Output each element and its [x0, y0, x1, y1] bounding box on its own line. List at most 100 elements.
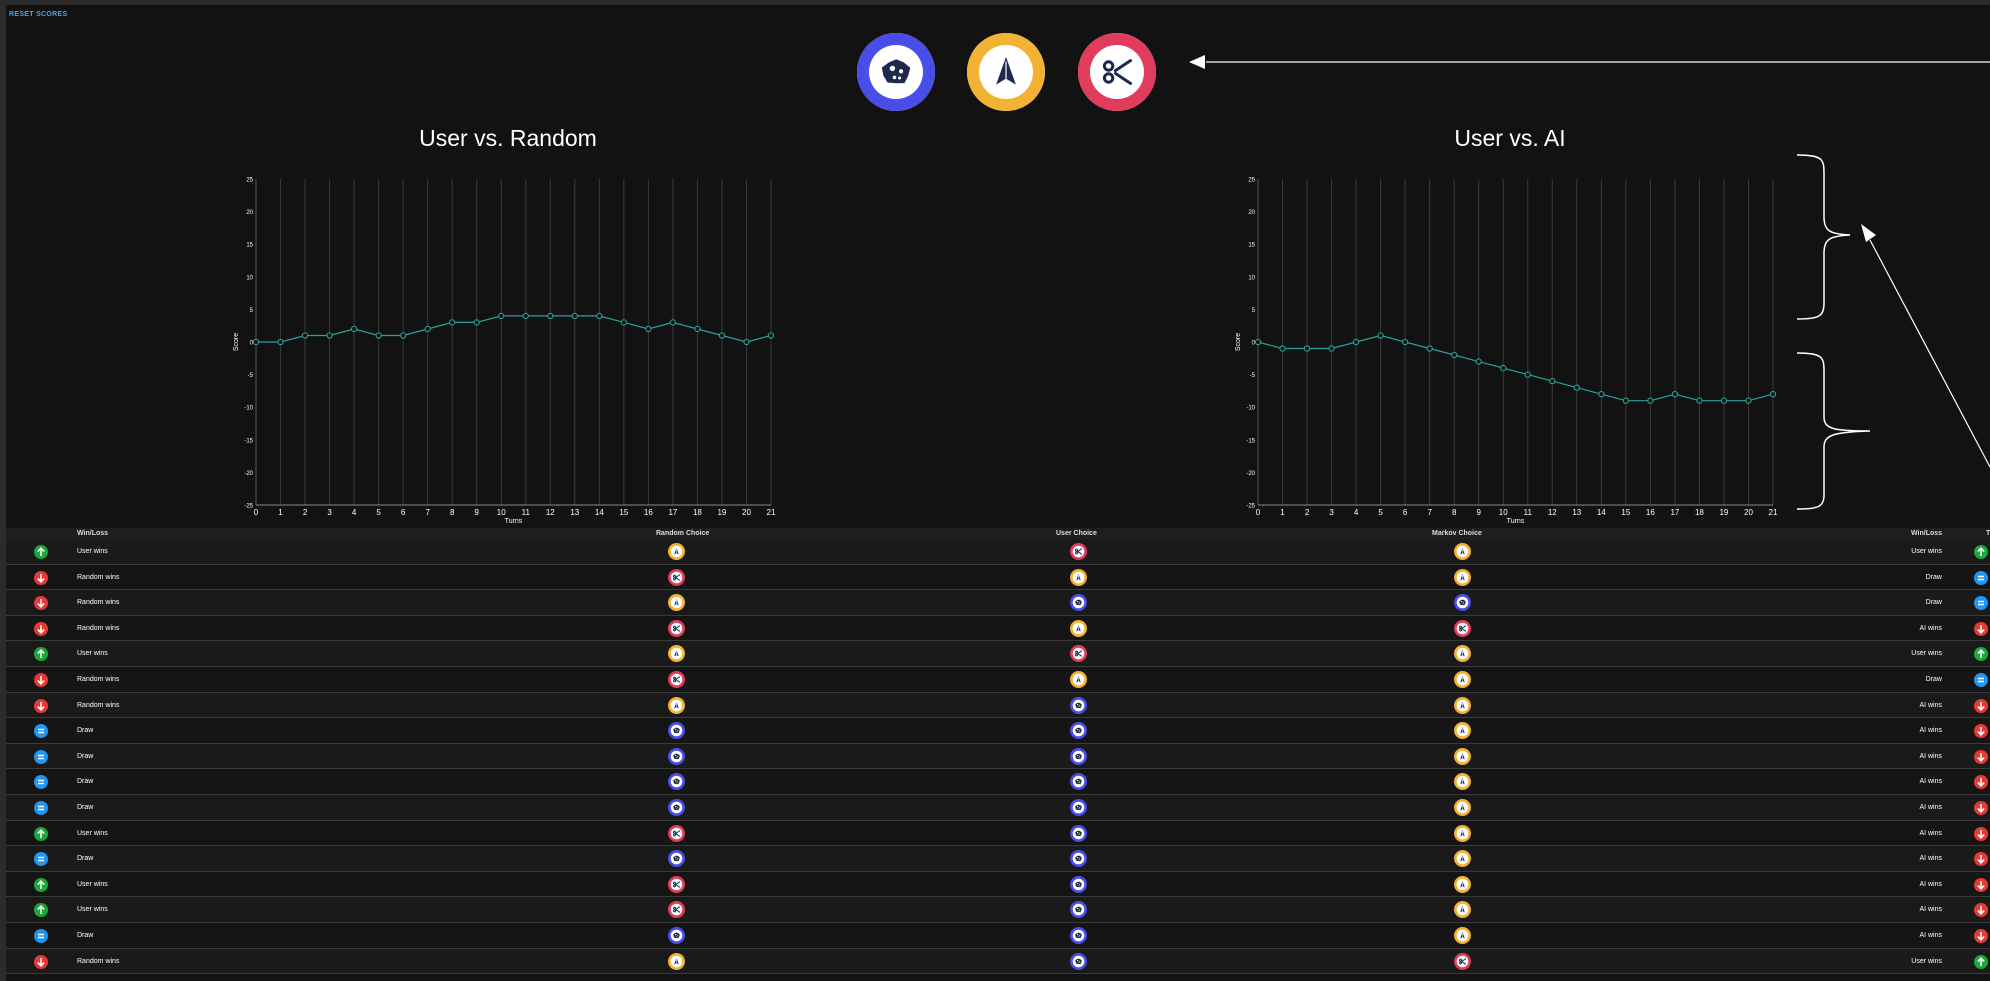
- random-choice-icon: [668, 824, 685, 842]
- equals-icon: [1974, 570, 1988, 585]
- random-choice-icon: [668, 926, 685, 944]
- winloss-left-text: User wins: [77, 829, 108, 837]
- winloss-left-text: User wins: [77, 548, 108, 555]
- table-row: Draw AI wins: [6, 743, 1990, 770]
- table-row: Draw AI wins: [6, 922, 1990, 949]
- markov-choice-icon: [1454, 952, 1471, 970]
- winloss-right-text: AI wins: [1919, 778, 1942, 786]
- equals-icon: [1974, 596, 1988, 611]
- table-header: Win/Loss Random Choice User Choice Marko…: [6, 528, 1990, 539]
- user-choice-icon: [1070, 952, 1087, 970]
- winloss-left-text: Random wins: [77, 701, 120, 709]
- arrow-down-icon: [1974, 698, 1988, 713]
- user-choice-icon: [1070, 543, 1087, 560]
- arrow-down-icon: [34, 621, 48, 636]
- annotation-overlay: [1189, 55, 1990, 510]
- arrow-down-icon: [1974, 877, 1988, 892]
- markov-choice-icon: [1454, 722, 1471, 740]
- user-choice-icon: [1070, 594, 1087, 612]
- winloss-left-text: User wins: [77, 880, 108, 888]
- arrow-up-icon: [34, 545, 48, 559]
- winloss-right-text: Draw: [1925, 573, 1942, 581]
- winloss-left-text: Random wins: [77, 957, 120, 965]
- header-random-choice: Random Choice: [656, 530, 710, 537]
- equals-icon: [34, 928, 48, 943]
- markov-choice-icon: [1454, 543, 1471, 560]
- table-row: Random wins AI wins: [6, 692, 1990, 719]
- markov-choice-icon: [1454, 619, 1471, 637]
- arrow-down-icon: [1974, 749, 1988, 764]
- table-row: Random wins Draw: [6, 666, 1990, 693]
- arrow-down-icon: [1974, 826, 1988, 841]
- markov-choice-icon: [1454, 850, 1471, 868]
- arrow-down-icon: [34, 596, 48, 611]
- winloss-left-text: Draw: [77, 803, 94, 811]
- winloss-left-text: Draw: [77, 778, 94, 786]
- arrow-up-icon: [34, 877, 48, 892]
- arrow-down-icon: [34, 672, 48, 687]
- random-choice-icon: [668, 901, 685, 919]
- equals-icon: [34, 749, 48, 764]
- winloss-right-text: AI wins: [1919, 701, 1942, 709]
- user-choice-icon: [1070, 824, 1087, 842]
- table-row: Draw AI wins: [6, 846, 1990, 872]
- header-cut: T: [1986, 530, 1990, 537]
- winloss-right-text: AI wins: [1919, 855, 1942, 863]
- arrow-up-icon: [34, 647, 48, 662]
- table-row: User wins AI wins: [6, 897, 1990, 923]
- winloss-right-text: Draw: [1925, 675, 1942, 683]
- table-row: Random wins Draw: [6, 564, 1990, 591]
- arrow-down-icon: [1974, 800, 1988, 815]
- markov-choice-icon: [1454, 568, 1471, 586]
- winloss-right-text: AI wins: [1919, 727, 1942, 735]
- winloss-right-text: User wins: [1911, 957, 1942, 965]
- markov-choice-icon: [1454, 926, 1471, 944]
- user-choice-icon: [1070, 798, 1087, 816]
- random-choice-icon: [668, 875, 685, 893]
- table-row: User wins AI wins: [6, 820, 1990, 847]
- table-row: Random wins User wins: [6, 948, 1990, 975]
- table-row: User wins User wins: [6, 539, 1990, 565]
- random-choice-icon: [668, 594, 685, 612]
- winloss-left-text: Draw: [77, 931, 94, 939]
- markov-choice-icon: [1454, 875, 1471, 893]
- header-winloss-left: Win/Loss: [77, 530, 109, 537]
- random-choice-icon: [668, 722, 685, 740]
- arrow-down-icon: [34, 954, 48, 969]
- equals-icon: [34, 724, 48, 739]
- arrow-down-icon: [1974, 903, 1988, 918]
- user-choice-icon: [1070, 926, 1087, 944]
- winloss-right-text: AI wins: [1919, 752, 1942, 760]
- arrow-down-icon: [1974, 852, 1988, 867]
- user-choice-icon: [1070, 568, 1087, 586]
- app-root: RESET SCORES User vs. Random User vs. AI…: [6, 5, 1990, 981]
- arrow-to-brace: [1869, 239, 1990, 468]
- header-markov-choice: Markov Choice: [1432, 530, 1482, 537]
- user-choice-icon: [1070, 619, 1087, 637]
- winloss-left-text: Draw: [77, 855, 94, 863]
- arrow-down-icon: [1974, 775, 1988, 790]
- arrow-up-icon: [1974, 647, 1988, 662]
- winloss-left-text: Random wins: [77, 573, 120, 581]
- random-choice-icon: [668, 543, 685, 560]
- equals-icon: [34, 852, 48, 867]
- random-choice-icon: [668, 850, 685, 868]
- random-choice-icon: [668, 645, 685, 663]
- random-choice-icon: [668, 952, 685, 970]
- table-row: Draw AI wins: [6, 794, 1990, 821]
- user-choice-icon: [1070, 670, 1087, 688]
- random-choice-icon: [668, 568, 685, 586]
- arrow-down-icon: [34, 698, 48, 713]
- arrow-up-icon: [34, 903, 48, 918]
- table-row: User wins AI wins: [6, 871, 1990, 898]
- winloss-right-text: User wins: [1911, 548, 1942, 555]
- table-body: User wins User wins Random wins Draw Random …: [6, 539, 1990, 975]
- markov-choice-icon: [1454, 824, 1471, 842]
- winloss-right-text: AI wins: [1919, 803, 1942, 811]
- header-user-choice: User Choice: [1056, 530, 1097, 537]
- arrow-down-icon: [1974, 928, 1988, 943]
- markov-choice-icon: [1454, 901, 1471, 919]
- markov-choice-icon: [1454, 696, 1471, 714]
- random-choice-icon: [668, 619, 685, 637]
- winloss-right-text: AI wins: [1919, 829, 1942, 837]
